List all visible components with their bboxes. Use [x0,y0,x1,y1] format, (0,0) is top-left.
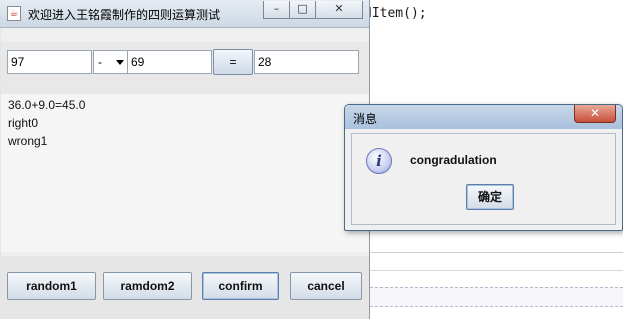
ok-button[interactable]: 确定 [466,184,514,210]
maximize-button[interactable]: □ [289,1,316,19]
dialog-body: i congradulation 确定 [351,133,616,225]
random2-button[interactable]: ramdom2 [103,272,192,300]
operator-select[interactable]: - [93,50,128,74]
main-content: 97 - 69 = 28 36.0+9.0=45.0 right0 wrong1… [1,28,369,319]
answer-field[interactable]: 28 [254,50,359,74]
output-line: 36.0+9.0=45.0 [8,98,86,112]
main-window: ☕ 欢迎进入王铭霞制作的四则运算测试 – □ ✕ 97 - 69 = 28 36… [0,0,370,319]
confirm-button[interactable]: confirm [202,272,279,300]
message-dialog: 消息 ✕ i congradulation 确定 [344,104,623,231]
chevron-down-icon [116,60,124,65]
dialog-close-button[interactable]: ✕ [574,105,616,123]
cancel-button[interactable]: cancel [290,272,362,300]
random1-button[interactable]: random1 [7,272,96,300]
operand2-field[interactable]: 69 [127,50,212,74]
java-app-icon: ☕ [7,6,21,21]
equals-button[interactable]: = [213,49,253,75]
output-line: right0 [8,116,39,130]
background-code-text: dItem(); [364,6,427,21]
operator-value: - [98,55,102,69]
background-divider [370,252,623,253]
output-line: wrong1 [8,134,48,148]
minimize-button[interactable]: – [263,1,290,19]
info-icon: i [366,148,392,174]
window-title: 欢迎进入王铭霞制作的四则运算测试 [28,8,221,22]
output-area: 36.0+9.0=45.0 right0 wrong1 [1,94,369,252]
background-divider [370,270,623,271]
background-dotted-region [370,287,623,307]
dialog-title: 消息 [353,112,378,126]
dialog-message: congradulation [410,153,497,167]
dialog-titlebar: 消息 ✕ [345,105,622,129]
close-button[interactable]: ✕ [315,1,363,19]
operand1-field[interactable]: 97 [7,50,92,74]
main-titlebar: ☕ 欢迎进入王铭霞制作的四则运算测试 – □ ✕ [0,0,369,28]
